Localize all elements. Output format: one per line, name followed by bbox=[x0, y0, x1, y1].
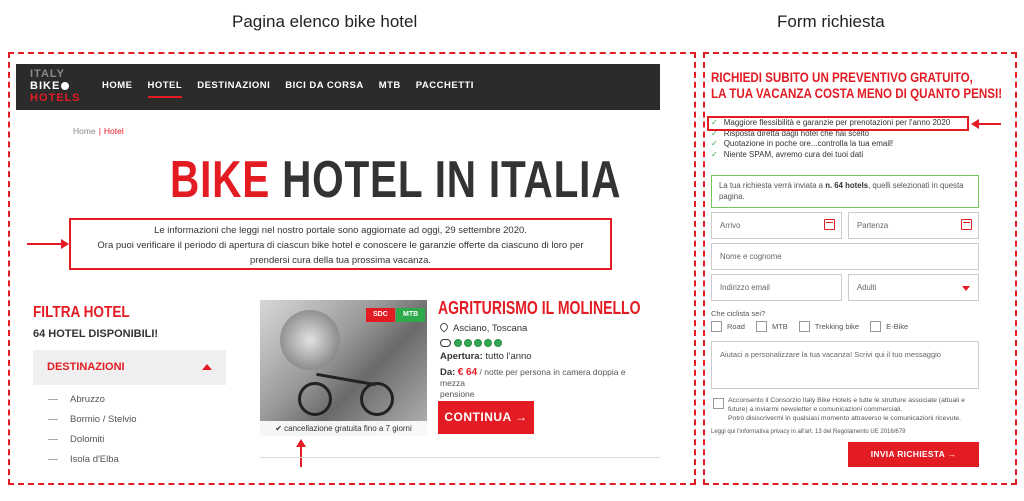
benefit-item: ✓ Quotazione in poche ore...controlla la … bbox=[711, 139, 894, 148]
destinations-list: Abruzzo Bormio / Stelvio Dolomiti Isola … bbox=[48, 394, 137, 474]
nav-item-home[interactable]: HOME bbox=[102, 80, 133, 91]
cyclist-type-label: Che ciclista sei? bbox=[711, 309, 766, 318]
main-menu: HOME HOTEL DESTINAZIONI BICI DA CORSA MT… bbox=[102, 80, 489, 98]
page-title: BIKE HOTEL IN ITALIA bbox=[170, 151, 622, 209]
destination-item[interactable]: Isola d'Elba bbox=[48, 454, 137, 474]
nav-item-destinazioni[interactable]: DESTINAZIONI bbox=[197, 80, 270, 91]
checkbox[interactable] bbox=[798, 321, 810, 332]
checkbox[interactable] bbox=[870, 321, 882, 332]
form-title: RICHIEDI SUBITO UN PREVENTIVO GRATUITO, … bbox=[711, 70, 1003, 101]
chevron-down-icon bbox=[962, 286, 970, 291]
cyclist-option-mtb[interactable]: MTB bbox=[755, 321, 788, 332]
rating-dot-icon bbox=[494, 339, 502, 347]
site-logo[interactable]: ITALY BIKE HOTELS bbox=[30, 68, 90, 104]
arrival-date-field[interactable]: Arrivo bbox=[711, 212, 842, 239]
rating-dot-icon bbox=[484, 339, 492, 347]
check-icon: ✓ bbox=[711, 149, 718, 159]
caption-form: Form richiesta bbox=[777, 12, 885, 31]
email-field[interactable]: Indirizzo email bbox=[711, 274, 842, 301]
submit-request-button[interactable]: INVIA RICHIESTA → bbox=[848, 442, 979, 467]
breadcrumb-current: Hotel bbox=[103, 126, 124, 136]
cyclist-type-options: Road MTB Trekking bike E-Bike bbox=[711, 321, 919, 332]
benefit-highlight-frame bbox=[707, 116, 969, 131]
opening-period: Apertura: tutto l'anno bbox=[440, 351, 532, 362]
nav-item-bici-da-corsa[interactable]: BICI DA CORSA bbox=[285, 80, 363, 91]
full-name-field[interactable]: Nome e cognome bbox=[711, 243, 979, 270]
continue-button[interactable]: CONTINUA → bbox=[438, 401, 534, 434]
adults-select[interactable]: Adulti bbox=[848, 274, 979, 301]
checkbox[interactable] bbox=[755, 321, 767, 332]
consent-checkbox[interactable] bbox=[713, 398, 724, 409]
hotel-count: 64 HOTEL DISPONIBILI! bbox=[33, 328, 159, 340]
tripadvisor-rating bbox=[440, 339, 504, 347]
destination-item[interactable]: Bormio / Stelvio bbox=[48, 414, 137, 434]
annotation-arrow-cancellation bbox=[296, 439, 306, 467]
rating-dot-icon bbox=[454, 339, 462, 347]
departure-date-field[interactable]: Partenza bbox=[848, 212, 979, 239]
site-navbar: ITALY BIKE HOTELS HOME HOTEL DESTINAZION… bbox=[16, 64, 660, 110]
hotel-location: Asciano, Toscana bbox=[438, 321, 527, 334]
breadcrumb-home[interactable]: Home bbox=[73, 126, 96, 136]
calendar-icon[interactable] bbox=[961, 219, 972, 230]
checkmark-icon: ✔ bbox=[275, 424, 282, 433]
page: Pagina elenco bike hotel Form richiesta … bbox=[0, 0, 1024, 501]
message-textarea[interactable]: Aiutaci a personalizzare la tua vacanza!… bbox=[711, 341, 979, 389]
rating-dot-icon bbox=[464, 339, 472, 347]
breadcrumb: Home | Hotel bbox=[73, 126, 124, 136]
tripadvisor-icon bbox=[440, 339, 451, 347]
calendar-icon[interactable] bbox=[824, 219, 835, 230]
location-pin-icon bbox=[438, 321, 450, 333]
hotel-photo[interactable]: SDC MTB ✔ cancellazione gratuita fino a … bbox=[260, 300, 427, 436]
chevron-up-icon bbox=[202, 364, 212, 370]
cyclist-option-trekking[interactable]: Trekking bike bbox=[798, 321, 859, 332]
filter-title: FILTRA HOTEL bbox=[33, 304, 130, 321]
divider bbox=[260, 457, 660, 458]
recipients-notice: La tua richiesta verrà inviata a n. 64 h… bbox=[711, 175, 979, 208]
badge-mtb: MTB bbox=[396, 308, 426, 322]
hotel-price: Da: € 64 / notte per persona in camera d… bbox=[440, 367, 626, 399]
checkbox[interactable] bbox=[711, 321, 722, 332]
cyclist-option-road[interactable]: Road bbox=[711, 321, 745, 332]
check-icon: ✓ bbox=[711, 139, 718, 148]
privacy-link[interactable]: Leggi qui l'informativa privacy in all'a… bbox=[711, 429, 905, 435]
nav-item-mtb[interactable]: MTB bbox=[379, 80, 401, 91]
annotation-arrow-info bbox=[27, 239, 69, 249]
annotation-arrow-benefit bbox=[971, 119, 1001, 129]
cyclist-option-ebike[interactable]: E-Bike bbox=[870, 321, 908, 332]
nav-item-hotel[interactable]: HOTEL bbox=[147, 80, 183, 98]
caption-listing: Pagina elenco bike hotel bbox=[232, 12, 418, 31]
logo-bike-icon bbox=[61, 82, 70, 91]
nav-item-pacchetti[interactable]: PACCHETTI bbox=[416, 80, 474, 91]
badge-sdc: SDC bbox=[366, 308, 395, 322]
free-cancellation-label: ✔ cancellazione gratuita fino a 7 giorni bbox=[260, 421, 427, 436]
hotel-name[interactable]: AGRITURISMO IL MOLINELLO bbox=[438, 298, 641, 319]
destination-item[interactable]: Dolomiti bbox=[48, 434, 137, 454]
benefit-item: ✓ Niente SPAM, avremo cura dei tuoi dati bbox=[711, 149, 864, 159]
destination-item[interactable]: Abruzzo bbox=[48, 394, 137, 414]
update-info-box: Le informazioni che leggi nel nostro por… bbox=[69, 218, 612, 270]
destinations-accordion[interactable]: DESTINAZIONI bbox=[33, 350, 226, 385]
rating-dot-icon bbox=[474, 339, 482, 347]
